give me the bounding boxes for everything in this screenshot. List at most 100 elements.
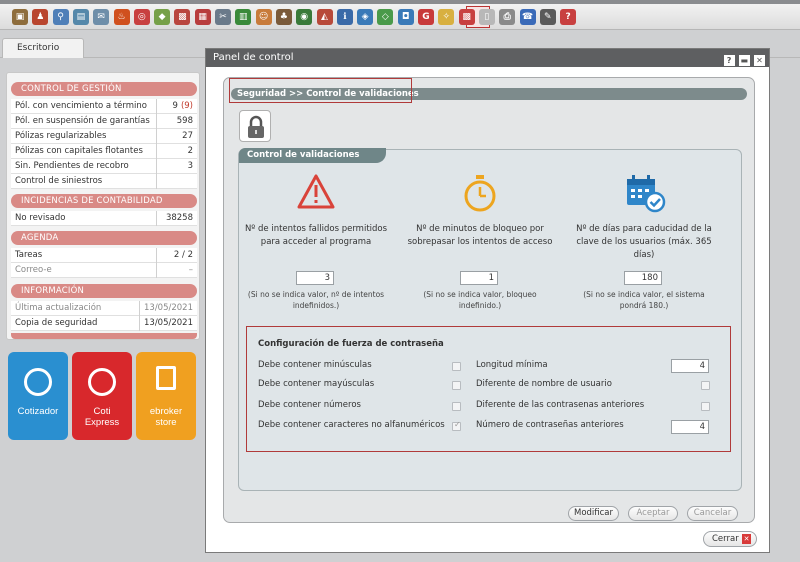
tab-escritorio[interactable]: Escritorio [2, 38, 84, 58]
summary-row[interactable]: Pólizas con capitales flotantes 2 [11, 144, 197, 159]
close-button-label: Cerrar [712, 534, 739, 544]
people-icon[interactable]: ♟ [32, 9, 49, 25]
modify-button[interactable]: Modificar [568, 506, 619, 521]
control-panel-icon[interactable]: ▩ [458, 9, 475, 25]
tile-coti-express-line1: Coti [93, 406, 111, 417]
security-lock-button[interactable] [239, 110, 271, 142]
spreadsheet-icon[interactable]: ▥ [235, 9, 252, 25]
validations-panel: Control de validaciones Nº de intentos f… [238, 148, 742, 491]
summary-row-value: 38258 [165, 213, 193, 223]
tile-cotizador[interactable]: Cotizador [8, 352, 68, 440]
diamond-icon[interactable]: ◇ [377, 9, 394, 25]
mail-icon[interactable]: ✉ [93, 9, 110, 25]
non-alnum-label: Debe contener caracteres no alfanumérico… [258, 420, 445, 430]
numbers-checkbox[interactable] [452, 402, 461, 411]
summary-row[interactable]: Pól. en suspensión de garantías 598 [11, 114, 197, 129]
user-icon[interactable]: ☺ [255, 9, 272, 25]
diff-previous-checkbox[interactable] [701, 402, 710, 411]
tag-icon[interactable]: ◆ [154, 9, 171, 25]
accept-button[interactable]: Aceptar [628, 506, 678, 521]
fire-icon[interactable]: ♨ [113, 9, 130, 25]
summary-row[interactable]: Control de siniestros [11, 174, 197, 189]
non-alnum-checkbox[interactable] [452, 420, 461, 431]
refresh-icon [24, 368, 52, 396]
diff-username-label: Diferente de nombre de usuario [476, 379, 612, 389]
help-button[interactable]: ? [723, 55, 735, 66]
help-icon[interactable]: ? [560, 9, 577, 25]
diff-username-checkbox[interactable] [701, 381, 710, 390]
lowercase-checkbox[interactable] [452, 362, 461, 371]
summary-row-label: Control de siniestros [15, 176, 103, 186]
shopping-bag-icon [156, 366, 176, 390]
group-icon[interactable]: ♣ [275, 9, 292, 25]
summary-row-label: Tareas [15, 250, 43, 260]
g-app-icon[interactable]: G [418, 9, 434, 25]
warning-icon [297, 174, 335, 209]
briefcase-icon[interactable]: ▩ [174, 9, 191, 25]
summary-row[interactable]: No revisado 38258 [11, 211, 197, 226]
cancel-button[interactable]: Cancelar [687, 506, 738, 521]
panel-bottom-bar [11, 333, 197, 339]
calendar-icon[interactable]: ▦ [194, 9, 211, 25]
close-x-button[interactable]: ✕ [754, 55, 765, 66]
target-icon[interactable]: ◎ [133, 9, 150, 25]
control-panel-dialog: Panel de control ? ▬ ✕ Seguridad >> Cont… [205, 48, 770, 553]
summary-row-label: Pólizas regularizables [15, 131, 107, 141]
failed-attempts-hint: (Si no se indica valor, nº de intentos i… [247, 290, 385, 310]
info-icon[interactable]: ℹ [336, 9, 353, 25]
summary-row[interactable]: Última actualización 13/05/2021 [11, 301, 197, 316]
drop-icon[interactable]: ◈ [357, 9, 374, 25]
summary-row-divider [156, 174, 157, 189]
summary-row[interactable]: Correo-e – [11, 263, 197, 278]
app-icon[interactable]: ◘ [397, 9, 414, 25]
print-icon[interactable]: ⎙ [499, 9, 516, 25]
section-informacion[interactable]: INFORMACIÓN [11, 284, 197, 298]
tile-ebroker-store[interactable]: ebroker store [136, 352, 196, 440]
failed-attempts-input[interactable]: 3 [296, 271, 334, 285]
summary-row-label: Pólizas con capitales flotantes [15, 146, 143, 156]
validations-panel-title: Control de validaciones [239, 148, 386, 163]
summary-row[interactable]: Pól. con vencimiento a término 9 (9) [11, 99, 197, 114]
summary-row-divider [156, 248, 157, 263]
summary-row-label: Copia de seguridad [15, 318, 98, 328]
summary-row-divider [156, 99, 157, 114]
tools-icon[interactable]: ✂ [215, 9, 231, 25]
summary-row-label: Última actualización [15, 303, 102, 313]
phone-icon[interactable]: ☎ [519, 9, 536, 25]
document-icon[interactable]: ▤ [72, 9, 89, 25]
summary-row-value: 13/05/2021 [144, 318, 193, 328]
minimize-button[interactable]: ▬ [738, 55, 750, 66]
globe-icon[interactable]: ◉ [296, 9, 313, 25]
section-control-gestion[interactable]: CONTROL DE GESTIÓN [11, 82, 197, 96]
summary-row[interactable]: Copia de seguridad 13/05/2021 [11, 316, 197, 331]
summary-row-value: 9 (9) [173, 99, 193, 113]
lock-icon [248, 115, 264, 138]
block-minutes-input[interactable]: 1 [460, 271, 498, 285]
summary-row-divider [139, 316, 140, 331]
tile-coti-express[interactable]: Coti Express [72, 352, 132, 440]
diff-previous-label: Diferente de las contrasenas anteriores [476, 400, 645, 410]
summary-row-extra: (9) [180, 101, 193, 111]
close-button[interactable]: Cerrar ✕ [703, 531, 757, 547]
wrench-icon[interactable]: ✎ [539, 9, 556, 25]
section-agenda[interactable]: AGENDA [11, 231, 197, 245]
paper-icon[interactable]: ▯ [478, 9, 495, 25]
summary-row[interactable]: Tareas 2 / 2 [11, 248, 197, 263]
box-icon[interactable]: ▣ [12, 9, 28, 25]
bulb-icon[interactable]: ✧ [438, 9, 455, 25]
chart-icon[interactable]: ◭ [316, 9, 333, 25]
previous-count-input[interactable]: 4 [671, 420, 709, 434]
eye-icon [88, 368, 116, 396]
section-incidencias-contabilidad[interactable]: INCIDENCIAS DE CONTABILIDAD [11, 194, 197, 208]
summary-row[interactable]: Pólizas regularizables 27 [11, 129, 197, 144]
summary-row-divider [139, 301, 140, 316]
search-person-icon[interactable]: ⚲ [52, 9, 69, 25]
tile-ebroker-line1: ebroker [149, 406, 183, 417]
summary-row-divider [156, 263, 157, 278]
min-length-input[interactable]: 4 [671, 359, 709, 373]
password-expiry-input[interactable]: 180 [624, 271, 662, 285]
summary-row[interactable]: Sin. Pendientes de recobro 3 [11, 159, 197, 174]
previous-count-label: Número de contraseñas anteriores [476, 420, 624, 430]
lowercase-label: Debe contener minúsculas [258, 360, 372, 370]
uppercase-checkbox[interactable] [452, 381, 461, 390]
